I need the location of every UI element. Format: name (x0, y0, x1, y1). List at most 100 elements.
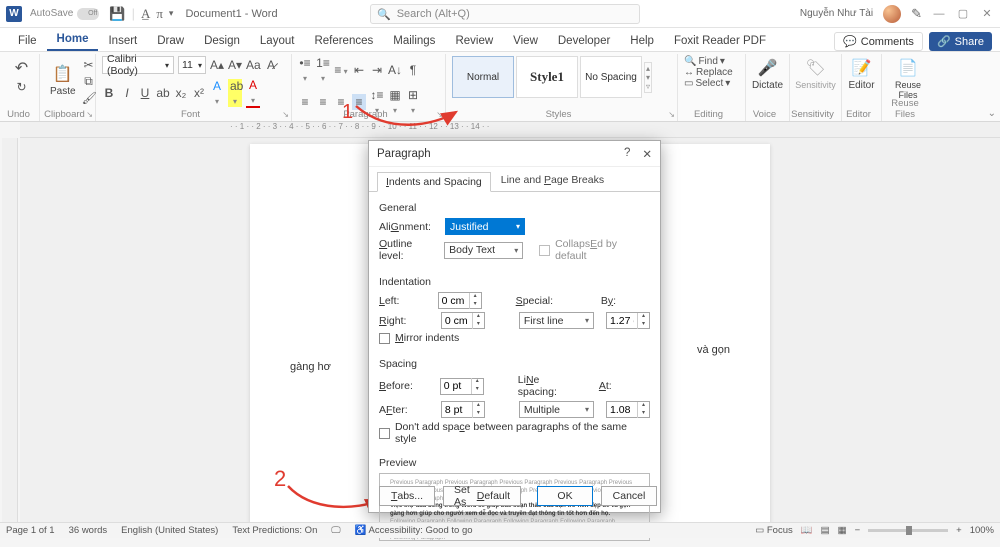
set-default-button[interactable]: Set As Default (443, 486, 521, 506)
status-page[interactable]: Page 1 of 1 (6, 525, 55, 536)
close-button[interactable]: ✕ (980, 7, 994, 20)
shrink-font-icon[interactable]: A▾ (228, 58, 242, 72)
highlight-icon[interactable]: ab (228, 79, 242, 107)
tab-indents-spacing[interactable]: Indents and Spacing (377, 172, 491, 192)
decrease-indent-icon[interactable]: ⇤ (352, 63, 366, 77)
text-effects-icon[interactable]: A (210, 79, 224, 107)
tab-developer[interactable]: Developer (548, 31, 620, 51)
view-print-icon[interactable]: ▤ (821, 525, 830, 536)
cancel-button[interactable]: Cancel (601, 486, 657, 506)
tab-view[interactable]: View (503, 31, 548, 51)
tab-references[interactable]: References (304, 31, 383, 51)
tab-home[interactable]: Home (47, 29, 99, 51)
status-display-settings-icon[interactable]: 🖵 (331, 525, 340, 536)
vertical-ruler[interactable] (2, 138, 18, 522)
subscript-icon[interactable]: x₂ (174, 86, 188, 100)
tab-review[interactable]: Review (445, 31, 503, 51)
view-read-icon[interactable]: 📖 (801, 525, 813, 536)
paste-button[interactable]: 📋Paste (46, 56, 80, 105)
dialog-help-icon[interactable]: ? (624, 147, 630, 161)
autosave-toggle[interactable]: Off (77, 8, 99, 20)
tab-design[interactable]: Design (194, 31, 250, 51)
cut-icon[interactable]: ✂ (82, 58, 96, 72)
font-size-combo[interactable]: 11▾ (178, 56, 206, 74)
save-icon[interactable]: 💾 (109, 6, 125, 22)
at-spinner[interactable]: ▴▾ (606, 401, 650, 418)
dictate-button[interactable]: 🎤Dictate (752, 56, 783, 93)
outline-combo[interactable]: Body Text▾ (444, 242, 523, 259)
collapse-ribbon-icon[interactable]: ⌄ (988, 108, 996, 119)
align-center-icon[interactable]: ≡ (316, 95, 330, 109)
format-painter-icon[interactable]: 🖌 (82, 91, 96, 105)
sensitivity-button[interactable]: 🏷Sensitivity (796, 56, 835, 92)
select-button[interactable]: ▭ Select ▾ (684, 78, 739, 89)
sort-icon[interactable]: A↓ (388, 63, 402, 77)
strike-icon[interactable]: ab (156, 86, 170, 100)
status-accessibility[interactable]: ♿ Accessibility: Good to go (355, 525, 473, 536)
tab-foxit[interactable]: Foxit Reader PDF (664, 31, 776, 51)
status-words[interactable]: 36 words (69, 525, 108, 536)
superscript-icon[interactable]: x² (192, 86, 206, 100)
search-box[interactable]: 🔍 Search (Alt+Q) (370, 4, 640, 24)
user-name[interactable]: Nguyễn Như Tài (800, 8, 873, 19)
bold-icon[interactable]: B (102, 86, 116, 100)
maximize-button[interactable]: ▢ (956, 7, 970, 20)
share-button[interactable]: 🔗 Share (929, 32, 992, 51)
ok-button[interactable]: OK (537, 486, 593, 506)
before-spinner[interactable]: ▴▾ (440, 378, 484, 395)
style-style1[interactable]: Style1 (516, 56, 578, 98)
style-normal[interactable]: Normal (452, 56, 514, 98)
find-button[interactable]: 🔍 Find ▾ (684, 56, 739, 67)
qat-more-icon[interactable]: ▾ (169, 8, 174, 19)
zoom-out-icon[interactable]: − (855, 525, 861, 536)
zoom-level[interactable]: 100% (970, 525, 994, 536)
tab-insert[interactable]: Insert (98, 31, 147, 51)
autosave[interactable]: AutoSave Off (30, 8, 99, 20)
font-launcher[interactable]: ↘ (282, 110, 289, 119)
left-spinner[interactable]: ▴▾ (438, 292, 482, 309)
view-web-icon[interactable]: ▦ (838, 525, 847, 536)
tabs-button[interactable]: Tabs... (379, 486, 435, 506)
minimize-button[interactable]: — (932, 8, 946, 20)
grow-font-icon[interactable]: A▴ (210, 58, 224, 72)
copy-icon[interactable]: ⧉ (82, 74, 96, 89)
align-right-icon[interactable]: ≡ (334, 95, 348, 109)
comments-button[interactable]: 💬 Comments (834, 32, 923, 51)
zoom-in-icon[interactable]: + (956, 525, 962, 536)
numbering-icon[interactable]: 1≡ (316, 56, 330, 84)
redo-button[interactable]: ↻ (10, 78, 33, 96)
status-language[interactable]: English (United States) (121, 525, 218, 536)
dialog-close-icon[interactable]: ✕ (642, 147, 652, 161)
tab-layout[interactable]: Layout (250, 31, 305, 51)
line-spacing-combo[interactable]: Multiple▾ (519, 401, 594, 418)
status-predictions[interactable]: Text Predictions: On (232, 525, 317, 536)
zoom-slider[interactable] (868, 529, 948, 532)
equation-qat-icon[interactable]: π (156, 6, 163, 22)
bullets-icon[interactable]: •≡ (298, 56, 312, 84)
align-left-icon[interactable]: ≡ (298, 95, 312, 109)
increase-indent-icon[interactable]: ⇥ (370, 63, 384, 77)
pen-icon[interactable]: ✎ (911, 6, 922, 22)
clipboard-launcher[interactable]: ↘ (86, 110, 93, 119)
tab-line-page-breaks[interactable]: Line and Page Breaks (493, 171, 612, 191)
reuse-button[interactable]: 📄Reuse Files (888, 56, 928, 102)
user-avatar[interactable] (883, 5, 901, 23)
editor-button[interactable]: 📝Editor (848, 56, 875, 93)
styles-more-icon[interactable]: ▿ (646, 82, 650, 91)
change-case-icon[interactable]: Aa (246, 58, 260, 72)
underline-icon[interactable]: U (138, 86, 152, 100)
tab-draw[interactable]: Draw (147, 31, 194, 51)
styles-launcher[interactable]: ↘ (668, 110, 675, 119)
italic-icon[interactable]: I (120, 86, 134, 100)
tab-file[interactable]: File (8, 31, 47, 51)
right-spinner[interactable]: ▴▾ (441, 312, 485, 329)
after-spinner[interactable]: ▴▾ (441, 401, 485, 418)
font-qat-icon[interactable]: A̲ (141, 6, 150, 22)
clear-format-icon[interactable]: A̷ (264, 58, 278, 72)
undo-button[interactable]: ↶ (10, 56, 33, 80)
style-nospacing[interactable]: No Spacing (580, 56, 642, 98)
styles-gallery[interactable]: Normal Style1 No Spacing (452, 56, 642, 98)
mirror-checkbox[interactable]: Mirror indents (379, 332, 650, 344)
multilevel-icon[interactable]: ≡ (334, 63, 348, 77)
horizontal-ruler[interactable]: · · 1 · · 2 · · 3 · · 4 · · 5 · · 6 · · … (20, 122, 1000, 138)
